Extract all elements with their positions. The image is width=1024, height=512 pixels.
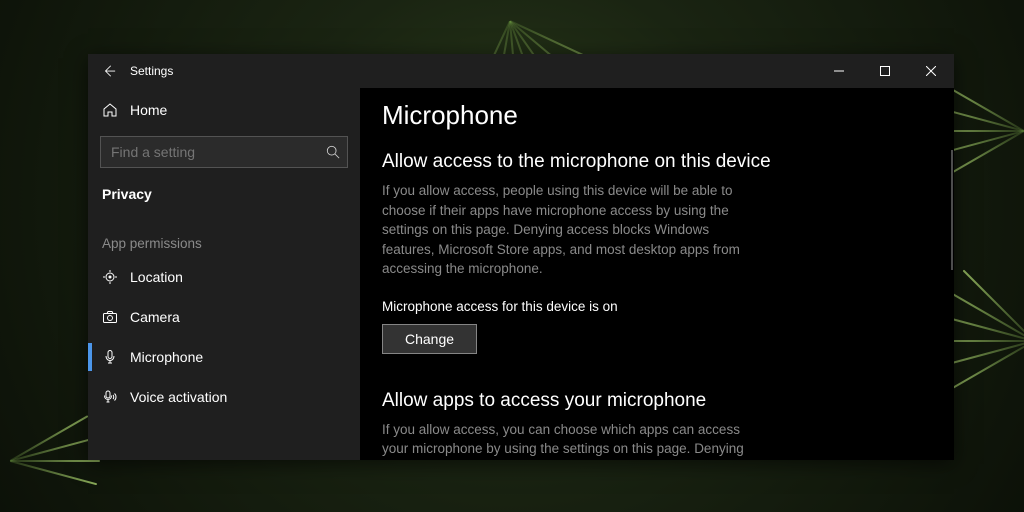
sidebar-item-label: Microphone <box>130 349 203 365</box>
change-button[interactable]: Change <box>382 324 477 354</box>
section-description: If you allow access, people using this d… <box>382 181 752 279</box>
section-title: Allow apps to access your microphone <box>382 390 928 412</box>
sidebar-item-voice-activation[interactable]: Voice activation <box>88 377 360 417</box>
window-controls <box>816 54 954 88</box>
content-pane: Microphone Allow access to the microphon… <box>360 88 954 460</box>
voice-activation-icon <box>102 389 130 405</box>
close-button[interactable] <box>908 54 954 88</box>
scrollbar[interactable] <box>951 150 953 270</box>
section-device-access: Allow access to the microphone on this d… <box>382 151 928 354</box>
access-status: Microphone access for this device is on <box>382 299 928 314</box>
sidebar-item-camera[interactable]: Camera <box>88 297 360 337</box>
titlebar: Settings <box>88 54 954 88</box>
sidebar-item-microphone[interactable]: Microphone <box>88 337 360 377</box>
location-icon <box>102 269 130 285</box>
minimize-button[interactable] <box>816 54 862 88</box>
home-label: Home <box>130 102 167 118</box>
sidebar: Home Privacy App permissions Location <box>88 88 360 460</box>
settings-window: Settings Home <box>88 54 954 460</box>
sidebar-item-label: Location <box>130 269 183 285</box>
home-icon <box>102 102 130 118</box>
sidebar-item-location[interactable]: Location <box>88 257 360 297</box>
arrow-left-icon <box>102 64 116 78</box>
camera-icon <box>102 309 130 325</box>
group-header: App permissions <box>88 208 360 257</box>
window-title: Settings <box>130 64 173 78</box>
section-title: Allow access to the microphone on this d… <box>382 151 928 173</box>
home-nav[interactable]: Home <box>88 90 360 130</box>
maximize-icon <box>880 66 890 76</box>
minimize-icon <box>834 66 844 76</box>
close-icon <box>926 66 936 76</box>
page-title: Microphone <box>382 100 928 131</box>
section-description: If you allow access, you can choose whic… <box>382 420 752 460</box>
category-label: Privacy <box>88 176 360 208</box>
sidebar-item-label: Voice activation <box>130 389 227 405</box>
back-button[interactable] <box>88 54 130 88</box>
section-apps-access: Allow apps to access your microphone If … <box>382 390 928 460</box>
microphone-icon <box>102 349 130 365</box>
search-input[interactable] <box>100 136 348 168</box>
sidebar-item-label: Camera <box>130 309 180 325</box>
maximize-button[interactable] <box>862 54 908 88</box>
